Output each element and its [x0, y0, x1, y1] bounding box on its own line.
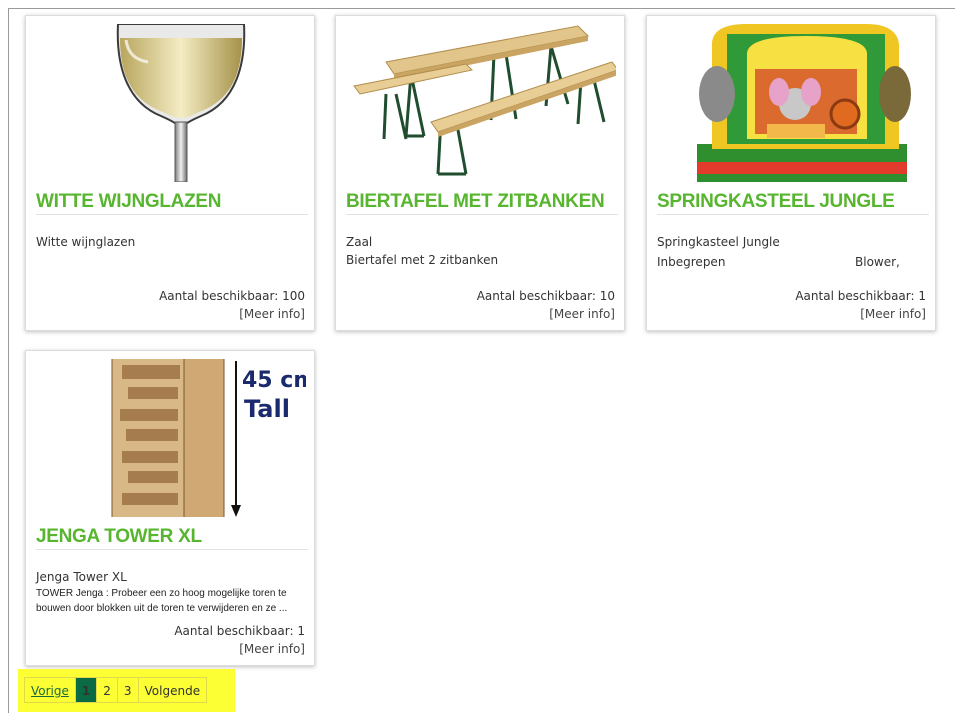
description-line: Springkasteel Jungle: [657, 235, 780, 249]
pagination: Vorige 1 2 3 Volgende: [24, 677, 208, 703]
availability-count: Aantal beschikbaar: 1: [795, 289, 926, 303]
product-image-wine-glass[interactable]: [36, 24, 306, 182]
availability-count: Aantal beschikbaar: 100: [159, 289, 305, 303]
wine-glass-illustration: [116, 24, 246, 182]
title-divider: [346, 214, 618, 215]
product-description: Zaal Biertafel met 2 zitbanken: [346, 233, 618, 269]
title-divider: [36, 214, 308, 215]
frame-left-border: [8, 8, 9, 713]
title-divider: [36, 549, 308, 550]
product-card: 45 cm Tall JENGA TOWER XL Jenga Tower XL…: [25, 350, 315, 666]
product-title[interactable]: SPRINGKASTEEL JUNGLE: [657, 191, 929, 213]
included-label: Inbegrepen: [657, 255, 726, 269]
description-line: Witte wijnglazen: [36, 235, 136, 249]
image-text-height: 45 cm: [242, 368, 306, 393]
description-small-line: bouwen door blokken uit de toren te verw…: [36, 603, 288, 614]
product-title[interactable]: WITTE WIJNGLAZEN: [36, 191, 308, 213]
product-image-bouncy-castle[interactable]: [657, 24, 927, 182]
product-description: Jenga Tower XL TOWER Jenga : Probeer een…: [36, 568, 308, 616]
included-value: Blower,: [855, 255, 900, 269]
jenga-tower-illustration: 45 cm Tall: [111, 359, 306, 517]
product-card: BIERTAFEL MET ZITBANKEN Zaal Biertafel m…: [335, 15, 625, 331]
description-line: Biertafel met 2 zitbanken: [346, 253, 499, 267]
product-card: WITTE WIJNGLAZEN Witte wijnglazen Aantal…: [25, 15, 315, 331]
more-info-link[interactable]: [Meer info]: [239, 307, 305, 321]
previous-page-link[interactable]: Vorige: [24, 677, 76, 703]
product-image-beer-table[interactable]: [346, 24, 616, 182]
image-text-tall: Tall: [244, 395, 290, 423]
next-page-link[interactable]: Volgende: [137, 677, 208, 703]
description-line: Jenga Tower XL: [36, 570, 127, 584]
beer-table-illustration: [353, 25, 616, 176]
frame-top-border: [8, 8, 955, 9]
product-title[interactable]: BIERTAFEL MET ZITBANKEN: [346, 191, 618, 213]
product-description: Springkasteel Jungle: [657, 233, 929, 251]
description-small-line: TOWER Jenga : Probeer een zo hoog mogeli…: [36, 588, 287, 599]
product-image-jenga-tower[interactable]: 45 cm Tall: [36, 359, 306, 517]
page-1-current[interactable]: 1: [74, 677, 98, 703]
page-2-link[interactable]: 2: [96, 677, 118, 703]
product-card: SPRINGKASTEEL JUNGLE Springkasteel Jungl…: [646, 15, 936, 331]
page-3-link[interactable]: 3: [116, 677, 139, 703]
more-info-link[interactable]: [Meer info]: [549, 307, 615, 321]
more-info-link[interactable]: [Meer info]: [239, 642, 305, 656]
description-line: Zaal: [346, 235, 373, 249]
bouncy-castle-illustration: [697, 24, 911, 182]
more-info-link[interactable]: [Meer info]: [860, 307, 926, 321]
product-title[interactable]: JENGA TOWER XL: [36, 526, 308, 548]
availability-count: Aantal beschikbaar: 10: [476, 289, 615, 303]
product-description: Witte wijnglazen: [36, 233, 308, 251]
title-divider: [657, 214, 929, 215]
availability-count: Aantal beschikbaar: 1: [174, 624, 305, 638]
